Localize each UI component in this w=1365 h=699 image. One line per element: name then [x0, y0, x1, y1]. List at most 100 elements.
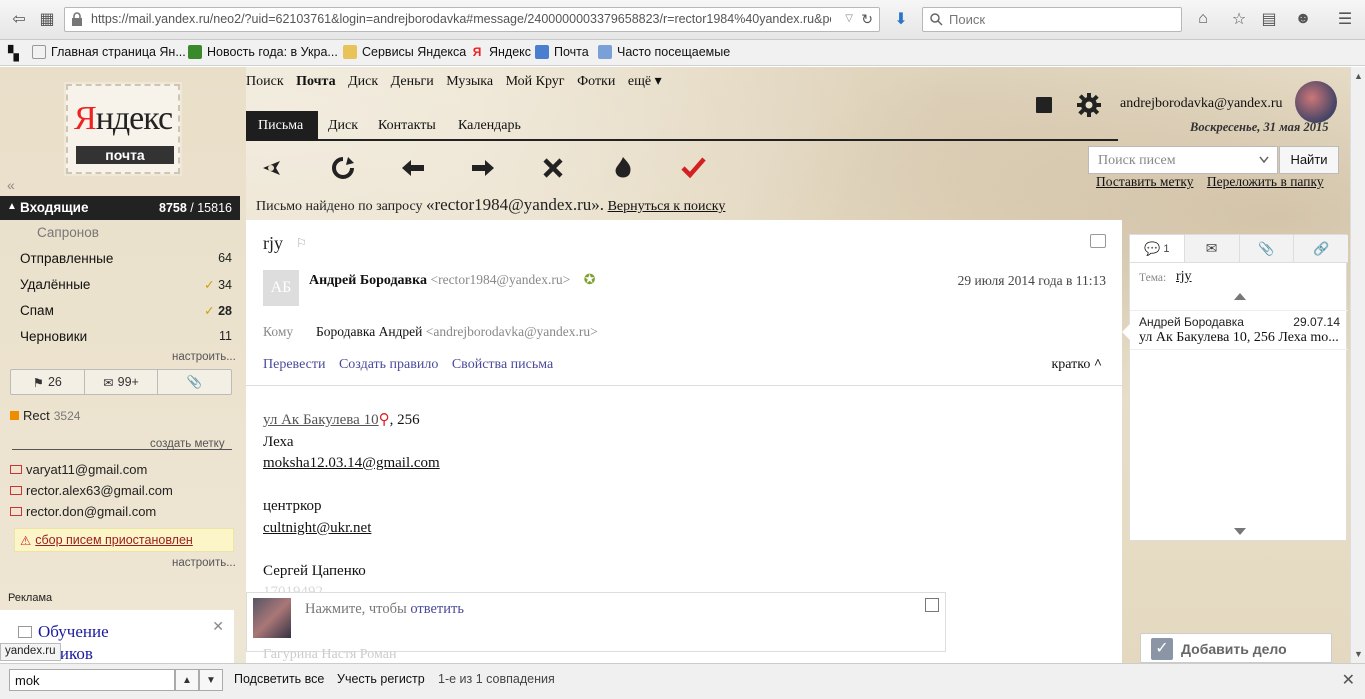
not-spam-check-icon[interactable]: [678, 153, 708, 183]
themes-icon[interactable]: [1036, 97, 1052, 113]
bookmark-0[interactable]: Главная страница Ян...: [32, 45, 186, 59]
map-pin-icon[interactable]: ⚲: [379, 412, 390, 428]
forward-arrow-icon[interactable]: [468, 153, 498, 183]
close-icon[interactable]: ✕: [1342, 670, 1355, 690]
collector-item[interactable]: varyat11@gmail.com: [10, 462, 147, 477]
flagged-filter-button[interactable]: ⚑ 26: [11, 370, 85, 394]
user-email[interactable]: andrejborodavka@yandex.ru: [1120, 96, 1283, 112]
delete-icon[interactable]: [538, 153, 568, 183]
bookmark-3[interactable]: Я Яндекс: [470, 45, 531, 59]
print-icon[interactable]: [1090, 234, 1106, 248]
service-music[interactable]: Музыка: [446, 74, 493, 89]
label-rect[interactable]: Rect 3524: [10, 408, 80, 423]
tab-calendar[interactable]: Календарь: [458, 118, 521, 134]
chat-icon[interactable]: ☻: [1292, 9, 1314, 29]
tab-disk[interactable]: Диск: [328, 118, 358, 134]
collector-item[interactable]: rector.don@gmail.com: [10, 504, 156, 519]
add-todo-button[interactable]: ✓ Добавить дело: [1140, 633, 1332, 663]
bookmark-4[interactable]: Почта: [535, 45, 589, 59]
sender-email[interactable]: <rector1984@yandex.ru>: [430, 272, 570, 287]
menu-icon[interactable]: ☰: [1334, 9, 1356, 29]
find-input[interactable]: mok: [9, 669, 175, 691]
sender-name[interactable]: Андрей Бородавка: [309, 273, 427, 288]
scroll-down-icon[interactable]: [1234, 528, 1246, 535]
url-text[interactable]: https://mail.yandex.ru/neo2/?uid=6210376…: [91, 12, 831, 26]
email-link[interactable]: cultnight@ukr.net: [263, 518, 440, 540]
tab-contacts[interactable]: Контакты: [378, 118, 436, 134]
folder-deleted[interactable]: Удалённые ✓ 34: [20, 277, 232, 292]
subfolder-sapronov[interactable]: Сапронов: [37, 225, 249, 240]
service-disk[interactable]: Диск: [348, 74, 378, 89]
bookmark-2[interactable]: Сервисы Яндекса: [343, 45, 466, 59]
ad-title[interactable]: Обучение: [38, 622, 109, 642]
service-moikrug[interactable]: Мой Круг: [506, 74, 565, 89]
translate-link[interactable]: Перевести: [263, 357, 325, 372]
folder-spam[interactable]: Спам ✓ 28: [20, 303, 232, 318]
checkmark-icon[interactable]: ✓: [204, 304, 214, 318]
chevron-up-icon[interactable]: ▲: [7, 201, 17, 212]
highlight-all-toggle[interactable]: Подсветить все: [234, 672, 324, 686]
find-next-button[interactable]: ▼: [199, 669, 223, 691]
checkmark-icon[interactable]: ✓: [204, 278, 214, 292]
url-dropdown-icon[interactable]: ▽: [845, 13, 853, 24]
star-icon[interactable]: ☆: [1228, 9, 1250, 29]
service-mail[interactable]: Почта: [296, 74, 335, 89]
move-to-folder-link[interactable]: Переложить в папку: [1207, 174, 1324, 189]
folder-drafts[interactable]: Черновики 11: [20, 329, 232, 344]
service-photos[interactable]: Фотки: [577, 74, 615, 89]
collapse-sidebar-icon[interactable]: «: [7, 177, 15, 193]
chevron-down-icon[interactable]: [1259, 156, 1269, 164]
back-arrow-icon[interactable]: ⇦: [8, 9, 30, 29]
configure-collectors-link[interactable]: настроить...: [172, 557, 236, 569]
message-properties-link[interactable]: Свойства письма: [452, 357, 553, 372]
mail-search-input[interactable]: Поиск писем: [1088, 146, 1278, 174]
service-search[interactable]: Поиск: [246, 74, 284, 89]
find-button[interactable]: Найти: [1279, 146, 1339, 174]
collector-warning[interactable]: ⚠ сбор писем приостановлен: [14, 528, 234, 552]
spam-fire-icon[interactable]: [608, 153, 638, 183]
home-icon[interactable]: ⌂: [1192, 9, 1214, 29]
yandex-mail-logo[interactable]: Яндекс почта: [66, 84, 180, 174]
mark-unread-icon[interactable]: [258, 153, 288, 183]
url-bar[interactable]: https://mail.yandex.ru/neo2/?uid=6210376…: [64, 7, 880, 32]
reading-list-icon[interactable]: ▤: [1258, 9, 1280, 29]
attachments-filter-button[interactable]: 📎: [158, 370, 231, 394]
reply-arrow-icon[interactable]: [398, 153, 428, 183]
collector-item[interactable]: rector.alex63@gmail.com: [10, 483, 173, 498]
gear-icon[interactable]: [1076, 92, 1102, 118]
create-label-link[interactable]: создать метку: [150, 438, 225, 450]
tab-letters[interactable]: Письма: [246, 111, 318, 141]
brief-toggle[interactable]: кратко ^: [1051, 357, 1102, 373]
service-more[interactable]: ещё ▾: [628, 74, 662, 89]
unread-filter-button[interactable]: ✉ 99+: [85, 370, 159, 394]
folder-inbox[interactable]: ▲ Входящие 8758 / 15816: [0, 196, 240, 220]
reply-all-icon[interactable]: [328, 153, 358, 183]
set-label-link[interactable]: Поставить метку: [1096, 174, 1193, 189]
back-to-search-link[interactable]: Вернуться к поиску: [608, 199, 726, 214]
reply-prompt[interactable]: Нажмите, чтобы ответить: [305, 601, 464, 618]
tab-links[interactable]: 🔗: [1294, 235, 1348, 262]
user-avatar[interactable]: [1295, 81, 1337, 123]
close-icon[interactable]: ✕: [212, 618, 224, 635]
tab-thread[interactable]: 💬 1: [1130, 235, 1185, 262]
scroll-up-icon[interactable]: [1234, 293, 1246, 300]
expand-reply-icon[interactable]: [925, 598, 939, 612]
email-link[interactable]: moksha12.03.14@gmail.com: [263, 453, 440, 475]
configure-folders-link[interactable]: настроить...: [172, 351, 236, 363]
service-money[interactable]: Деньги: [391, 74, 434, 89]
theme-value[interactable]: rjy: [1176, 269, 1192, 285]
to-recipient[interactable]: Бородавка Андрей <andrejborodavka@yandex…: [316, 324, 598, 340]
thread-item[interactable]: Андрей Бородавка 29.07.14 ул Ак Бакулева…: [1122, 310, 1348, 350]
find-prev-button[interactable]: ▲: [175, 669, 199, 691]
create-rule-link[interactable]: Создать правило: [339, 357, 438, 372]
tab-messages[interactable]: ✉: [1184, 235, 1240, 262]
tab-grid-icon[interactable]: ▦: [36, 9, 58, 29]
scroll-down-arrow-icon[interactable]: ▼: [1354, 649, 1363, 659]
quick-reply-box[interactable]: Нажмите, чтобы ответить: [246, 592, 946, 652]
browser-search-input[interactable]: Поиск: [922, 7, 1182, 32]
scroll-up-arrow-icon[interactable]: ▲: [1354, 71, 1363, 81]
match-case-toggle[interactable]: Учесть регистр: [337, 672, 425, 686]
reload-icon[interactable]: ↻: [861, 11, 873, 28]
flag-icon[interactable]: ⚐: [296, 236, 307, 250]
apps-icon[interactable]: ▚: [8, 45, 19, 62]
